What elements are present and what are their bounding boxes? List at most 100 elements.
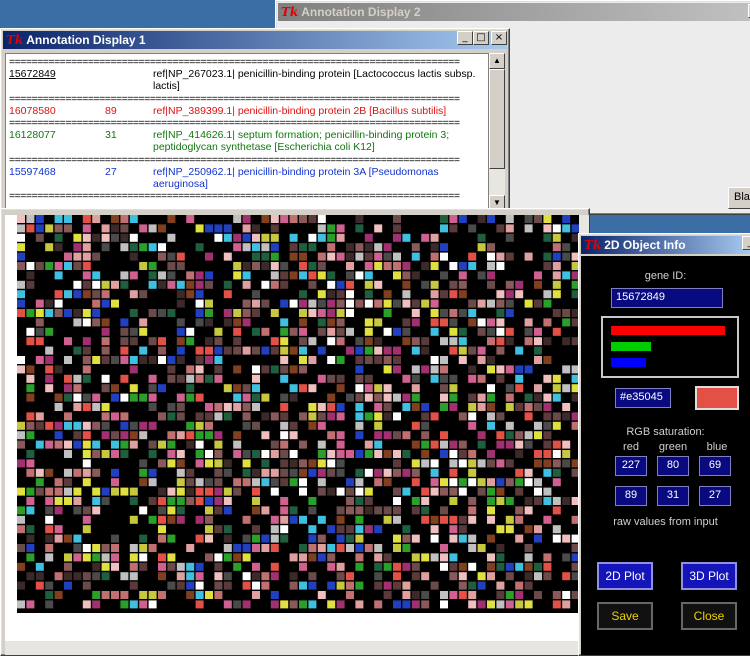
heatmap-cell[interactable] <box>111 280 119 289</box>
heatmap-cell[interactable] <box>524 224 533 233</box>
heatmap-cell[interactable] <box>73 252 82 261</box>
heatmap-cell[interactable] <box>317 262 326 270</box>
heatmap-cell[interactable] <box>82 337 91 346</box>
heatmap-cell[interactable] <box>242 459 251 468</box>
heatmap-cell[interactable] <box>64 478 72 487</box>
heatmap-cell[interactable] <box>496 224 505 233</box>
heatmap-cell[interactable] <box>223 581 232 590</box>
heatmap-cell[interactable] <box>111 215 119 223</box>
heatmap-cell[interactable] <box>299 600 307 609</box>
heatmap-cell[interactable] <box>487 534 495 543</box>
heatmap-cell[interactable] <box>364 544 373 552</box>
heatmap-cell[interactable] <box>374 252 383 261</box>
heatmap-cell[interactable] <box>364 243 373 252</box>
heatmap-cell[interactable] <box>26 468 35 477</box>
heatmap-cell[interactable] <box>64 581 72 590</box>
heatmap-cell[interactable] <box>468 403 477 411</box>
heatmap-cell[interactable] <box>524 581 533 590</box>
heatmap-cell[interactable] <box>299 327 307 336</box>
heatmap-cell[interactable] <box>440 271 448 280</box>
heatmap-cell[interactable] <box>111 534 119 543</box>
heatmap-cell[interactable] <box>355 544 364 552</box>
heatmap-cell[interactable] <box>289 468 298 477</box>
heatmap-cell[interactable] <box>223 252 232 261</box>
heatmap-cell[interactable] <box>393 506 401 515</box>
heatmap-cell[interactable] <box>270 600 279 609</box>
heatmap-cell[interactable] <box>261 393 270 402</box>
heatmap-cell[interactable] <box>327 337 336 346</box>
heatmap-cell[interactable] <box>355 243 364 252</box>
heatmap-cell[interactable] <box>92 280 101 289</box>
heatmap-cell[interactable] <box>205 309 213 317</box>
heatmap-cell[interactable] <box>26 280 35 289</box>
heatmap-cell[interactable] <box>421 346 430 355</box>
heatmap-cell[interactable] <box>393 600 401 609</box>
heatmap-cell[interactable] <box>280 262 289 270</box>
heatmap-cell[interactable] <box>487 318 495 327</box>
heatmap-cell[interactable] <box>54 487 63 496</box>
heatmap-cell[interactable] <box>299 215 307 223</box>
heatmap-cell[interactable] <box>496 600 505 609</box>
heatmap-cell[interactable] <box>317 252 326 261</box>
heatmap-cell[interactable] <box>440 374 448 383</box>
heatmap-cell[interactable] <box>223 553 232 562</box>
heatmap-cell[interactable] <box>299 468 307 477</box>
heatmap-cell[interactable] <box>186 572 195 581</box>
heatmap-cell[interactable] <box>158 384 166 393</box>
heatmap-cell[interactable] <box>73 384 82 393</box>
heatmap-cell[interactable] <box>515 515 524 524</box>
heatmap-cell[interactable] <box>552 327 561 336</box>
heatmap-cell[interactable] <box>223 412 232 421</box>
heatmap-cell[interactable] <box>139 393 148 402</box>
heatmap-cell[interactable] <box>214 487 223 496</box>
heatmap-cell[interactable] <box>411 459 420 468</box>
heatmap-cell[interactable] <box>317 271 326 280</box>
heatmap-cell[interactable] <box>167 309 176 317</box>
heatmap-cell[interactable] <box>54 393 63 402</box>
heatmap-cell[interactable] <box>186 497 195 505</box>
heatmap-cell[interactable] <box>487 403 495 411</box>
heatmap-cell[interactable] <box>515 403 524 411</box>
heatmap-cell[interactable] <box>167 271 176 280</box>
heatmap-cell[interactable] <box>214 553 223 562</box>
heatmap-cell[interactable] <box>487 572 495 581</box>
heatmap-cell[interactable] <box>336 374 345 383</box>
heatmap-cell[interactable] <box>82 515 91 524</box>
heatmap-cell[interactable] <box>54 497 63 505</box>
heatmap-cell[interactable] <box>336 233 345 242</box>
heatmap-cell[interactable] <box>101 299 110 308</box>
heatmap-cell[interactable] <box>289 233 298 242</box>
heatmap-cell[interactable] <box>252 374 260 383</box>
heatmap-cell[interactable] <box>280 271 289 280</box>
heatmap-cell[interactable] <box>505 252 514 261</box>
heatmap-cell[interactable] <box>468 262 477 270</box>
heatmap-cell[interactable] <box>82 318 91 327</box>
heatmap-cell[interactable] <box>176 431 185 440</box>
heatmap-cell[interactable] <box>101 290 110 299</box>
heatmap-cell[interactable] <box>543 403 552 411</box>
heatmap-cell[interactable] <box>308 337 317 346</box>
heatmap-cell[interactable] <box>223 525 232 534</box>
heatmap-cell[interactable] <box>101 431 110 440</box>
heatmap-cell[interactable] <box>458 562 467 571</box>
heatmap-cell[interactable] <box>355 224 364 233</box>
heatmap-cell[interactable] <box>280 478 289 487</box>
heatmap-cell[interactable] <box>515 600 524 609</box>
heatmap-cell[interactable] <box>205 553 213 562</box>
heatmap-cell[interactable] <box>299 365 307 374</box>
heatmap-cell[interactable] <box>92 233 101 242</box>
heatmap-cell[interactable] <box>167 553 176 562</box>
heatmap-cell[interactable] <box>64 224 72 233</box>
heatmap-cell[interactable] <box>252 544 260 552</box>
heatmap-cell[interactable] <box>468 515 477 524</box>
heatmap-cell[interactable] <box>411 374 420 383</box>
heatmap-cell[interactable] <box>505 233 514 242</box>
heatmap-cell[interactable] <box>195 450 204 458</box>
heatmap-cell[interactable] <box>327 525 336 534</box>
heatmap-cell[interactable] <box>487 562 495 571</box>
heatmap-cell[interactable] <box>355 515 364 524</box>
heatmap-cell[interactable] <box>374 506 383 515</box>
heatmap-cell[interactable] <box>186 468 195 477</box>
heatmap-cell[interactable] <box>534 327 542 336</box>
heatmap-cell[interactable] <box>505 290 514 299</box>
